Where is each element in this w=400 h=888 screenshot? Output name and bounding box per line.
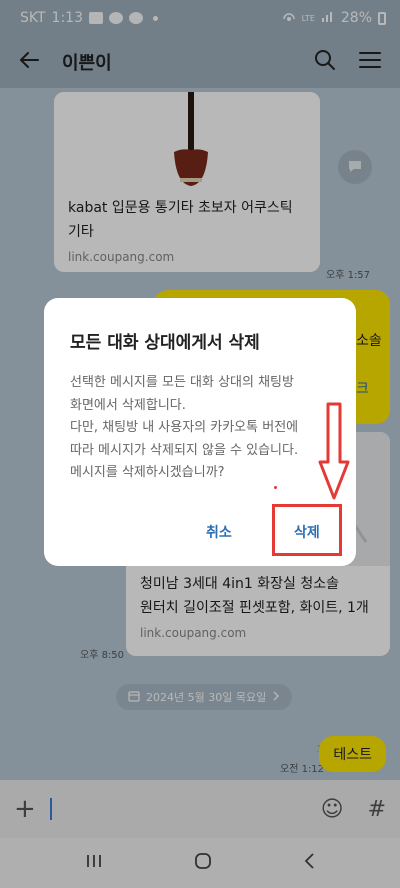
delete-for-all-dialog: 모든 대화 상대에게서 삭제 선택한 메시지를 모든 대화 상대의 채팅방 화면… [44, 298, 356, 566]
annotation-arrow-icon [318, 402, 350, 506]
dialog-message-line: 따라 메시지가 삭제되지 않을 수 있습니다. [70, 442, 299, 458]
dialog-message-line: 메시지를 삭제하시겠습니까? [70, 465, 225, 480]
cancel-button[interactable]: 취소 [206, 522, 232, 542]
annotation-highlight-box [272, 504, 342, 556]
dialog-title: 모든 대화 상대에게서 삭제 [70, 333, 260, 353]
annotation-dot [274, 486, 277, 489]
dialog-message-line: 화면에서 삭제합니다. [70, 397, 186, 413]
dialog-message-line: 다만, 채팅방 내 사용자의 카카오톡 버전에 [70, 420, 299, 435]
dialog-message: 선택한 메시지를 모든 대화 상대의 채팅방 화면에서 삭제합니다. 다만, 채… [70, 372, 346, 485]
dialog-message-line: 선택한 메시지를 모든 대화 상대의 채팅방 [70, 375, 294, 390]
